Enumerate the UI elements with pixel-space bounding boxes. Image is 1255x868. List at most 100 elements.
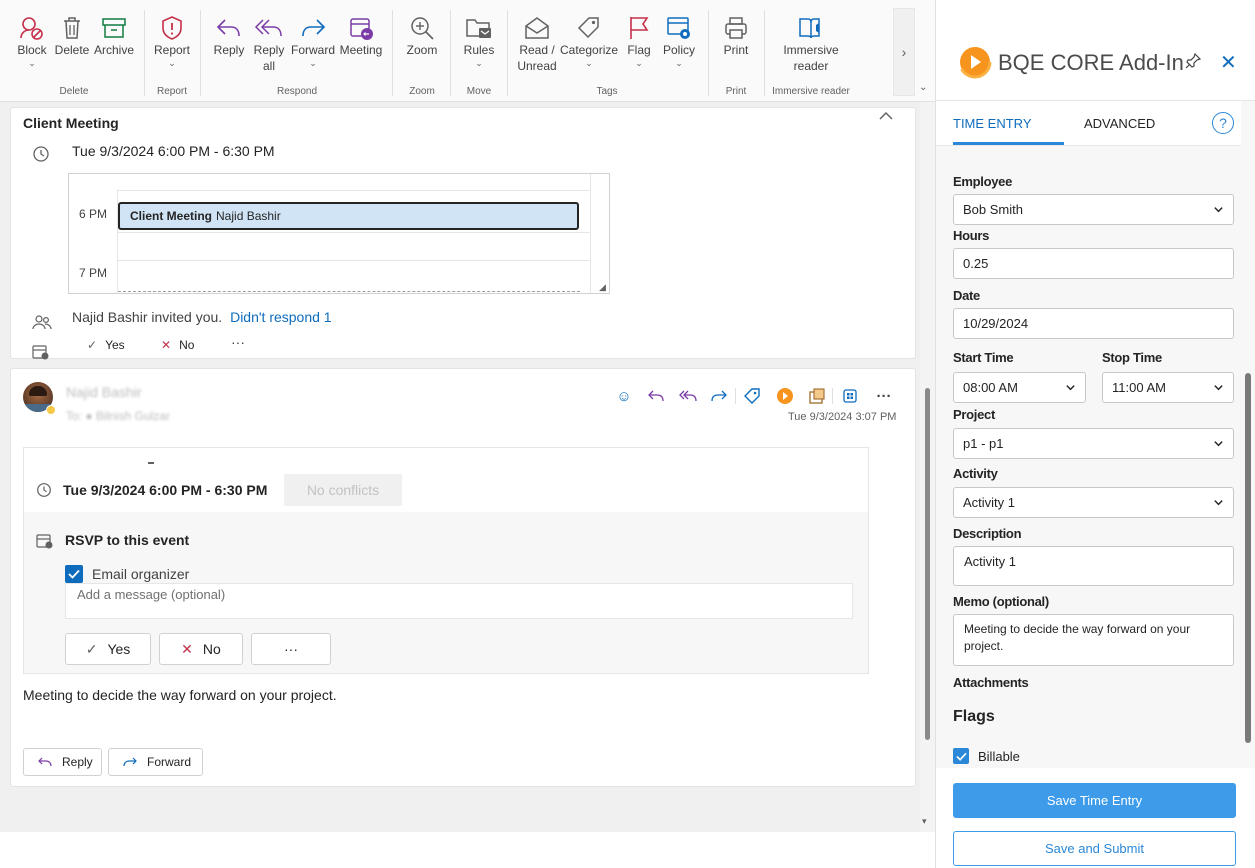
apps-grid-icon[interactable] bbox=[839, 386, 861, 406]
block-button[interactable]: Block ⌄ bbox=[12, 14, 52, 68]
invite-text: Najid Bashir invited you. bbox=[72, 309, 223, 325]
calendar-reply-icon bbox=[338, 14, 384, 42]
print-button[interactable]: Print bbox=[716, 14, 756, 58]
zoom-button[interactable]: Zoom bbox=[400, 14, 444, 58]
more-options-button[interactable]: ··· bbox=[231, 334, 245, 350]
x-icon: ✕ bbox=[161, 338, 172, 352]
ribbon-toolbar: Block ⌄ Delete Archive Delete Report ⌄ R… bbox=[0, 0, 935, 102]
description-label: Description bbox=[953, 526, 1022, 541]
time-entry-form: Employee Bob Smith Hours 0.25 Date 10/29… bbox=[936, 146, 1241, 768]
rsvp-message-input[interactable]: Add a message (optional) bbox=[65, 583, 853, 619]
calendar-event-block[interactable]: Client Meeting Najid Bashir bbox=[118, 202, 579, 230]
message-body: Meeting to decide the way forward on you… bbox=[23, 687, 337, 703]
ribbon-overflow-chevron[interactable]: › bbox=[893, 8, 915, 96]
printer-icon bbox=[716, 14, 756, 42]
start-time-select[interactable]: 08:00 AM bbox=[953, 372, 1086, 403]
attendee-response-link[interactable]: Didn't respond 1 bbox=[230, 309, 332, 325]
immersive-reader-label: Immersive bbox=[783, 43, 839, 57]
event-time-section: Tue 9/3/2024 6:00 PM - 6:30 PM No confli… bbox=[24, 448, 868, 512]
reply-label: Reply bbox=[213, 43, 245, 57]
description-textarea[interactable]: Activity 1 bbox=[953, 546, 1234, 586]
chevron-down-icon bbox=[1214, 207, 1223, 213]
bqe-core-addin-pane: BQE CORE Add-In ✕ TIME ENTRY ADVANCED ? … bbox=[935, 0, 1255, 868]
tab-time-entry[interactable]: TIME ENTRY bbox=[953, 116, 1032, 131]
reply-all-button[interactable]: Reply all bbox=[250, 14, 288, 74]
archive-icon bbox=[92, 14, 136, 42]
employee-select[interactable]: Bob Smith bbox=[953, 194, 1234, 225]
conflicts-status: No conflicts bbox=[284, 474, 402, 506]
group-separator bbox=[200, 10, 201, 96]
archive-button[interactable]: Archive bbox=[92, 14, 136, 58]
forward-button[interactable]: Forward bbox=[108, 748, 203, 776]
reply-icon[interactable] bbox=[645, 386, 667, 406]
chevron-down-icon: ⌄ bbox=[28, 58, 36, 68]
more-rsvp-options-button[interactable]: ··· bbox=[251, 633, 331, 665]
addin-scroll-thumb[interactable] bbox=[1245, 373, 1251, 743]
flag-button[interactable]: Flag ⌄ bbox=[622, 14, 656, 68]
reply-button[interactable]: Reply bbox=[23, 748, 102, 776]
close-icon[interactable]: ✕ bbox=[1220, 50, 1237, 75]
rules-button[interactable]: Rules ⌄ bbox=[458, 14, 500, 68]
reply-all-icon[interactable] bbox=[677, 386, 699, 406]
calendar-rsvp-icon bbox=[36, 533, 54, 549]
pin-icon[interactable] bbox=[1184, 52, 1202, 70]
email-organizer-checkbox[interactable]: Email organizer bbox=[65, 565, 189, 583]
categorize-button[interactable]: Categorize ⌄ bbox=[560, 14, 618, 68]
more-actions-button[interactable]: ··· bbox=[873, 386, 895, 406]
calendar-event-organizer: Najid Bashir bbox=[216, 209, 281, 223]
billable-label: Billable bbox=[978, 748, 1020, 764]
accept-button[interactable]: ✓ Yes bbox=[87, 338, 125, 352]
people-icon bbox=[32, 314, 52, 330]
date-input[interactable]: 10/29/2024 bbox=[953, 308, 1234, 339]
stop-time-select[interactable]: 11:00 AM bbox=[1102, 372, 1234, 403]
accept-button[interactable]: ✓ Yes bbox=[65, 633, 151, 665]
project-select[interactable]: p1 - p1 bbox=[953, 428, 1234, 459]
immersive-reader-button[interactable]: Immersive reader bbox=[774, 14, 848, 74]
billable-checkbox[interactable]: Billable bbox=[953, 748, 1020, 764]
emoji-icon[interactable]: ☺ bbox=[613, 386, 635, 406]
report-button[interactable]: Report ⌄ bbox=[150, 14, 194, 68]
save-and-submit-button[interactable]: Save and Submit bbox=[953, 831, 1236, 866]
reply-button[interactable]: Reply bbox=[210, 14, 248, 58]
resize-handle-icon[interactable]: ◢ bbox=[599, 282, 606, 293]
policy-label: Policy bbox=[662, 43, 695, 57]
flag-label: Flag bbox=[627, 43, 651, 57]
event-time: Tue 9/3/2024 6:00 PM - 6:30 PM bbox=[63, 482, 268, 498]
tab-advanced[interactable]: ADVANCED bbox=[1084, 116, 1155, 131]
meeting-button[interactable]: Meeting bbox=[338, 14, 384, 58]
chevron-up-icon[interactable] bbox=[879, 111, 893, 121]
policy-tag-icon[interactable] bbox=[741, 386, 763, 406]
reply-all-icon bbox=[250, 14, 288, 42]
activity-value: Activity 1 bbox=[963, 495, 1016, 510]
hours-input[interactable]: 0.25 bbox=[953, 248, 1234, 279]
chevron-right-icon: › bbox=[901, 44, 907, 60]
help-icon[interactable]: ? bbox=[1212, 112, 1234, 134]
invite-status-row: Najid Bashir invited you. Didn't respond… bbox=[72, 309, 332, 325]
policy-button[interactable]: Policy ⌄ bbox=[658, 14, 700, 68]
rsvp-heading: RSVP to this event bbox=[65, 532, 190, 548]
calendar-gridline bbox=[590, 174, 591, 293]
decline-button[interactable]: ✕ No bbox=[161, 338, 194, 352]
delete-button[interactable]: Delete bbox=[54, 14, 90, 58]
memo-textarea[interactable]: Meeting to decide the way forward on you… bbox=[953, 614, 1234, 666]
chevron-down-icon: ⌄ bbox=[475, 58, 483, 68]
rules-label: Rules bbox=[463, 43, 495, 57]
group-label-delete: Delete bbox=[59, 86, 89, 97]
bqe-core-icon[interactable] bbox=[774, 386, 796, 406]
group-label-zoom: Zoom bbox=[409, 86, 435, 97]
decline-button[interactable]: ✕ No bbox=[159, 633, 243, 665]
reading-pane-scroll-thumb[interactable] bbox=[925, 388, 930, 740]
decline-label: No bbox=[179, 338, 195, 352]
memo-value: Meeting to decide the way forward on you… bbox=[964, 622, 1191, 653]
reply-all-label: all bbox=[262, 59, 275, 73]
scroll-down-arrow[interactable]: ▾ bbox=[922, 816, 927, 827]
zoom-in-icon bbox=[400, 14, 444, 42]
sender-name[interactable]: Najid Bashir bbox=[66, 384, 141, 400]
activity-select[interactable]: Activity 1 bbox=[953, 487, 1234, 518]
forward-icon[interactable] bbox=[708, 386, 730, 406]
read-unread-button[interactable]: Read / Unread bbox=[514, 14, 560, 74]
forward-button[interactable]: Forward ⌄ bbox=[290, 14, 336, 68]
save-time-entry-button[interactable]: Save Time Entry bbox=[953, 783, 1236, 818]
ribbon-scroll-down-icon[interactable]: ⌄ bbox=[919, 82, 927, 93]
addin-icon[interactable] bbox=[806, 386, 828, 406]
